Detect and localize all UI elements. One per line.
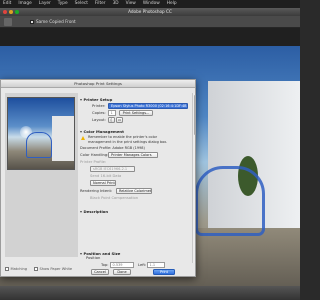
scrollbar-thumb[interactable]: [193, 95, 196, 135]
print-preview: [5, 93, 78, 257]
menu-image[interactable]: Image: [18, 0, 31, 8]
settings-panel: Printer Setup Printer: Epson Stylus Phot…: [78, 93, 191, 263]
menu-layer[interactable]: Layer: [39, 0, 51, 8]
print-settings-button[interactable]: Print Settings...: [119, 110, 153, 116]
print-button[interactable]: Print: [153, 269, 175, 275]
show-paper-white-checkbox[interactable]: [34, 267, 38, 271]
warning-icon: [81, 136, 85, 140]
black-point-compensation-label[interactable]: Black Point Compensation: [90, 196, 138, 200]
show-paper-white-label: Show Paper White: [39, 267, 73, 271]
cm-note-line2: management in the print settings dialog …: [88, 139, 168, 144]
matching-checkbox[interactable]: [5, 267, 9, 271]
menu-help[interactable]: Help: [167, 0, 177, 8]
done-button[interactable]: Done: [113, 269, 131, 275]
left-label: Left:: [138, 263, 147, 267]
photo-chair: [195, 166, 265, 236]
left-input[interactable]: 1.1: [147, 262, 165, 268]
description-heading[interactable]: Description: [80, 209, 108, 214]
menu-filter[interactable]: Filter: [95, 0, 106, 8]
matching-label: Matching: [10, 267, 28, 271]
disclosure-open-icon: [80, 99, 82, 101]
app-title-bar: Adobe Photoshop CC: [0, 8, 300, 16]
position-label: Position: [86, 256, 101, 260]
preview-options: Matching Show Paper White: [5, 265, 105, 273]
options-checkbox[interactable]: [30, 19, 34, 24]
menu-type[interactable]: Type: [58, 0, 68, 8]
menu-view[interactable]: View: [126, 0, 136, 8]
options-bar: Same Copied Front: [0, 16, 300, 28]
app-title: Adobe Photoshop CC: [128, 9, 172, 14]
rendering-intent-select[interactable]: Relative Colorimetric: [116, 188, 152, 194]
normal-printing-select[interactable]: Normal Printing: [90, 180, 116, 186]
options-checkbox-label: Same Copied Front: [36, 19, 76, 24]
settings-scrollbar[interactable]: [192, 93, 196, 263]
send-16bit-label[interactable]: Send 16-bit Data: [90, 174, 121, 178]
color-management-heading[interactable]: Color Management: [80, 129, 124, 134]
menu-bar: Edit Image Layer Type Select Filter 3D V…: [0, 0, 300, 8]
menu-select[interactable]: Select: [75, 0, 88, 8]
print-settings-dialog: Photoshop Print Settings Matching Show P…: [0, 79, 196, 277]
color-handling-label: Color Handling:: [80, 153, 109, 157]
printer-profile-select[interactable]: sRGB IEC61966-2.1: [90, 166, 135, 172]
dialog-title: Photoshop Print Settings: [1, 80, 195, 88]
top-input[interactable]: 0.539: [110, 262, 134, 268]
disclosure-open-icon: [80, 211, 82, 213]
menu-3d[interactable]: 3D: [113, 0, 119, 8]
copies-input[interactable]: 1: [108, 110, 116, 116]
layout-label: Layout:: [92, 118, 106, 122]
menu-edit[interactable]: Edit: [3, 0, 11, 8]
printer-setup-heading[interactable]: Printer Setup: [80, 97, 112, 102]
printer-profile-label: Printer Profile:: [80, 160, 107, 164]
cancel-button[interactable]: Cancel: [91, 269, 109, 275]
preview-image: [7, 97, 75, 170]
disclosure-open-icon: [80, 253, 82, 255]
printer-select[interactable]: Epson Stylus Photo R3000 (02:16:4:1DF:4B…: [108, 103, 188, 109]
preview-chair: [26, 132, 52, 158]
top-label: Top:: [101, 263, 109, 267]
layout-portrait-button[interactable]: ▯: [108, 117, 115, 123]
color-handling-select[interactable]: Printer Manages Colors: [108, 152, 158, 158]
current-tool-icon[interactable]: [4, 18, 12, 26]
layout-landscape-button[interactable]: ▭: [116, 117, 123, 123]
rendering-intent-label: Rendering Intent:: [80, 189, 113, 193]
document-profile: Document Profile: Adobe RGB (1998): [80, 146, 145, 150]
menu-window[interactable]: Window: [143, 0, 160, 8]
preview-building: [52, 116, 74, 161]
disclosure-open-icon: [80, 131, 82, 133]
printer-label: Printer:: [92, 104, 106, 108]
copies-label: Copies:: [92, 111, 106, 115]
document-tab-strip: [0, 28, 300, 46]
dock: [0, 286, 300, 300]
